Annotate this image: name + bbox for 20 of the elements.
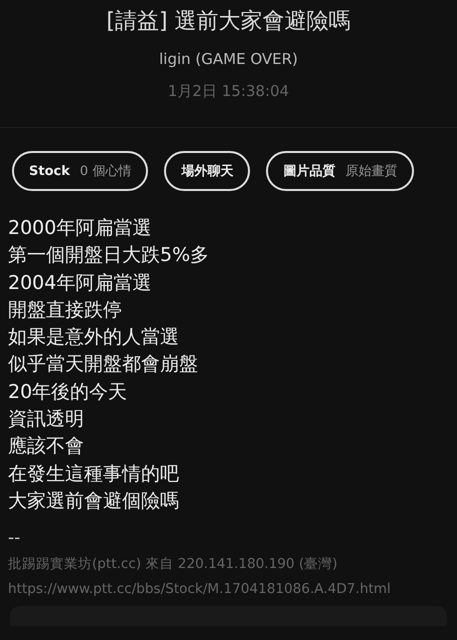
chip-button[interactable]: 場外聊天 (164, 151, 250, 191)
post-line: 在發生這種事情的吧 (8, 462, 180, 487)
post-line: 2004年阿扁當選 (8, 270, 152, 296)
post-author: ligin (GAME OVER) (159, 50, 298, 68)
post-line: 第一個開盤日大跌5%多 (8, 243, 210, 268)
post-time: 1月2日 15:38:04 (168, 82, 290, 101)
post-title: [請益] 選前大家會避險嗎 (106, 8, 351, 36)
signature-line: -- (7, 527, 22, 550)
chip-button[interactable]: Stock 0 個心情 (12, 151, 148, 191)
post-line: 大家選前會避個險嗎 (8, 488, 180, 514)
post-line: 20年後的今天 (8, 380, 128, 405)
post-line: 應該不會 (8, 434, 85, 460)
post-line: 似乎當天開盤都會崩盤 (8, 352, 199, 378)
post-line: 資訊透明 (8, 407, 85, 432)
chip-button[interactable]: 圖片品質 原始畫質 (266, 151, 414, 191)
footer-text: https://www.ptt.cc/bbs/Stock/M.1704181086.A.4D7.html (7, 580, 392, 600)
post-line: 2000年阿扁當選 (8, 216, 152, 241)
post-line: 開盤直接跌停 (8, 298, 123, 323)
post-line: 如果是意外的人當選 (8, 325, 180, 350)
footer-text: 批踢踢實業坊(ptt.cc) 來自 220.141.180.190 (臺灣) (7, 555, 338, 574)
